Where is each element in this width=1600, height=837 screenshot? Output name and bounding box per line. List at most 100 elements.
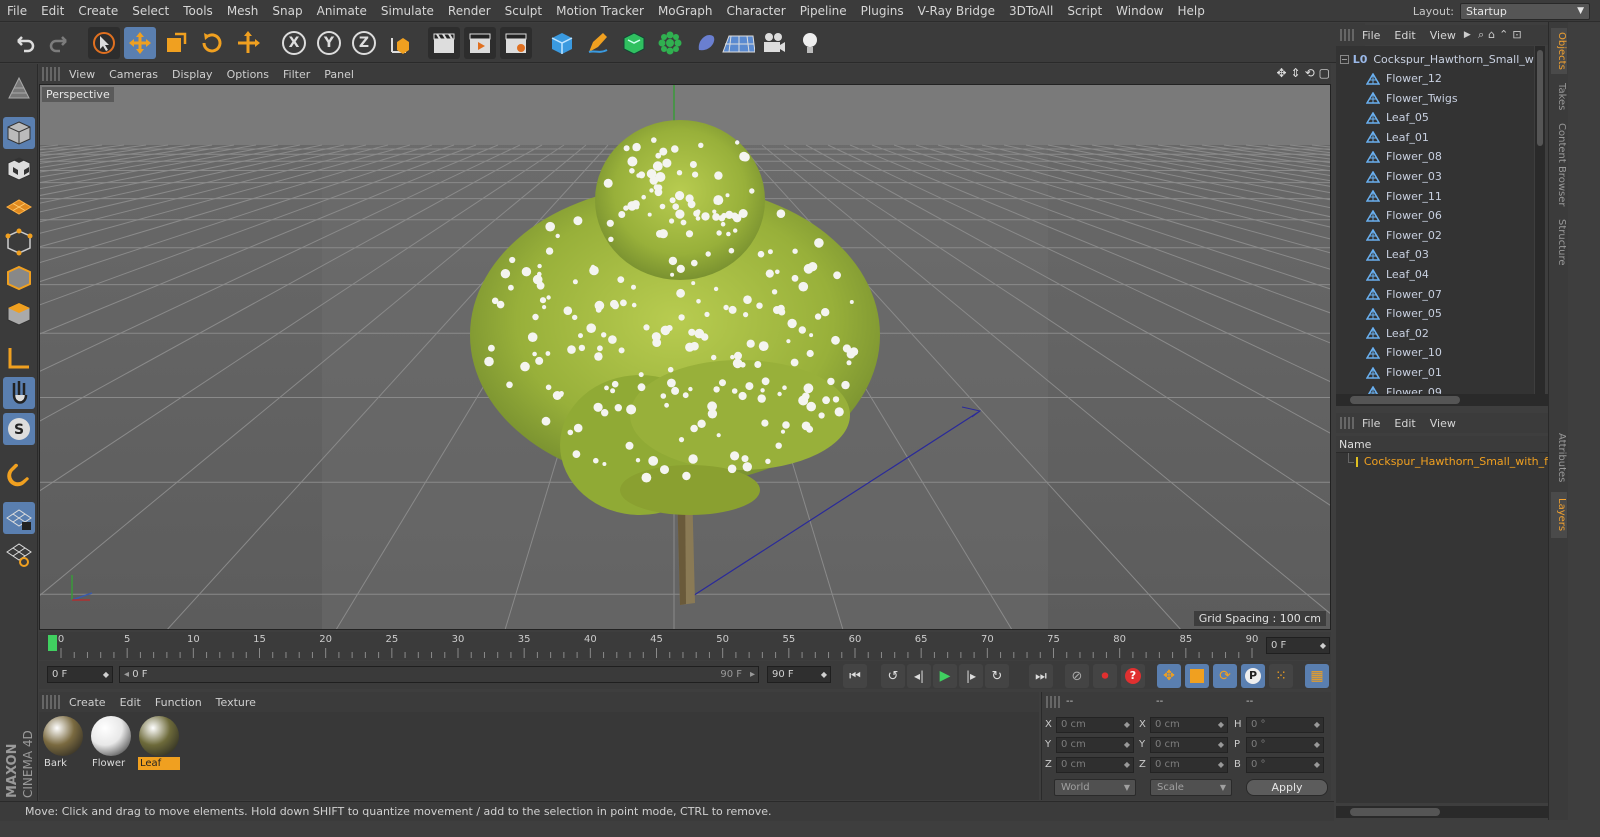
scroll-thumb[interactable] [1350, 808, 1440, 816]
object-row[interactable]: Flower_02 [1336, 226, 1534, 245]
coord-field[interactable]: 0 ° ◆ [1246, 737, 1324, 753]
snapping-button[interactable]: S [3, 413, 35, 445]
menu-create[interactable]: Create [71, 4, 125, 18]
frame-range-slider[interactable]: ◂ 0 F 90 F ▸ [119, 666, 759, 683]
menu-select[interactable]: Select [125, 4, 176, 18]
menu-animate[interactable]: Animate [310, 4, 374, 18]
scroll-thumb[interactable] [1350, 396, 1460, 404]
menu-sculpt[interactable]: Sculpt [498, 4, 549, 18]
scroll-thumb[interactable] [1537, 50, 1543, 146]
autokeying-button[interactable]: ? [1121, 664, 1145, 688]
y-axis-lock-button[interactable]: Y [313, 27, 345, 59]
coord-field[interactable]: 0 cm ◆ [1056, 717, 1134, 733]
tab-takes[interactable]: Takes [1551, 80, 1567, 114]
z-axis-lock-button[interactable]: Z [348, 27, 380, 59]
menu-plugins[interactable]: Plugins [854, 4, 911, 18]
menu-edit[interactable]: Edit [34, 4, 71, 18]
viewport-menu-view[interactable]: View [62, 68, 102, 81]
tab-objects[interactable]: Objects [1551, 28, 1567, 74]
new-window-icon[interactable]: ⊡ [1512, 28, 1521, 44]
points-mode-button[interactable] [3, 226, 35, 258]
layer-color-swatch[interactable] [1355, 456, 1358, 467]
texture-mode-button[interactable] [3, 153, 35, 185]
stepper-icon[interactable]: ◆ [1124, 718, 1130, 732]
coord-field[interactable]: 0 cm ◆ [1150, 757, 1228, 773]
menu-mograph[interactable]: MoGraph [651, 4, 720, 18]
viewport-menu-options[interactable]: Options [220, 68, 276, 81]
add-camera-button[interactable] [758, 27, 790, 59]
live-selection-button[interactable] [88, 27, 120, 59]
rotate-tool-button[interactable] [196, 27, 228, 59]
edges-mode-button[interactable] [3, 262, 35, 294]
workplane-mode-button[interactable] [3, 189, 35, 221]
add-subdivision-button[interactable] [618, 27, 650, 59]
add-light-button[interactable] [794, 27, 826, 59]
object-row[interactable]: Flower_03 [1336, 167, 1534, 186]
object-row[interactable]: Flower_08 [1336, 147, 1534, 166]
viewport-solo-hierarchy-button[interactable] [3, 538, 35, 570]
apply-button[interactable]: Apply [1246, 779, 1328, 796]
menu-script[interactable]: Script [1060, 4, 1109, 18]
start-frame-field[interactable]: 0 F ◆ [47, 666, 113, 683]
key-position-button[interactable]: ✥ [1157, 664, 1181, 688]
object-menu-file[interactable]: File [1356, 29, 1386, 42]
undo-button[interactable] [8, 27, 40, 59]
scale-tool-button[interactable] [160, 27, 192, 59]
record-keys-button[interactable]: ⏺ [1093, 664, 1117, 688]
menu-3dtoall[interactable]: 3DToAll [1002, 4, 1060, 18]
transform-tool-button[interactable] [232, 27, 264, 59]
stepper-icon[interactable]: ◆ [1124, 758, 1130, 772]
object-row[interactable]: Flower_09 [1336, 383, 1534, 394]
object-name[interactable]: Flower_03 [1386, 170, 1442, 183]
tab-attributes[interactable]: Attributes [1551, 430, 1567, 486]
object-row[interactable]: Flower_01 [1336, 363, 1534, 382]
menu-help[interactable]: Help [1170, 4, 1211, 18]
motion-path-button[interactable]: ⊘ [1065, 664, 1089, 688]
object-name[interactable]: Flower_01 [1386, 366, 1442, 379]
layout-select[interactable]: Startup ▼ [1460, 2, 1590, 20]
collapse-icon[interactable]: − [1340, 55, 1349, 64]
previous-key-button[interactable]: ↺ [881, 664, 905, 688]
tab-structure[interactable]: Structure [1551, 216, 1567, 268]
menu-pipeline[interactable]: Pipeline [793, 4, 854, 18]
key-pla-button[interactable]: ⁙ [1269, 664, 1293, 688]
play-button[interactable]: ▶ [933, 664, 957, 688]
menu-file[interactable]: File [0, 4, 34, 18]
polygons-mode-button[interactable] [3, 298, 35, 330]
render-to-picture-viewer-button[interactable] [464, 27, 496, 59]
object-name[interactable]: Leaf_04 [1386, 268, 1429, 281]
coord-field[interactable]: 0 cm ◆ [1150, 717, 1228, 733]
move-view-icon[interactable]: ✥ [1276, 66, 1286, 82]
object-menu-view[interactable]: View [1424, 29, 1462, 42]
home-icon[interactable]: ⌂ [1488, 28, 1495, 44]
menu-character[interactable]: Character [719, 4, 792, 18]
viewport-menu-filter[interactable]: Filter [276, 68, 317, 81]
object-row[interactable]: Leaf_01 [1336, 128, 1534, 147]
object-name[interactable]: Flower_06 [1386, 209, 1442, 222]
go-to-start-button[interactable]: ⏮ [843, 664, 867, 688]
rotate-view-icon[interactable]: ⟲ [1305, 66, 1315, 82]
object-name[interactable]: Flower_10 [1386, 346, 1442, 359]
current-frame-field[interactable]: 0 F ◆ [1266, 637, 1330, 654]
key-rotation-button[interactable]: ⟳ [1213, 664, 1237, 688]
x-axis-lock-button[interactable]: X [278, 27, 310, 59]
viewport-menu-display[interactable]: Display [165, 68, 220, 81]
stepper-icon[interactable]: ◆ [1218, 738, 1224, 752]
object-name[interactable]: Leaf_05 [1386, 111, 1429, 124]
tweak-mode-button[interactable] [3, 377, 35, 409]
menu-snap[interactable]: Snap [265, 4, 309, 18]
layer-row[interactable]: Cockspur_Hawthorn_Small_with_f [1336, 453, 1548, 470]
material-menu-create[interactable]: Create [62, 696, 113, 709]
stepper-icon[interactable]: ◆ [1218, 758, 1224, 772]
coordinate-system-button[interactable] [384, 27, 416, 59]
add-floor-button[interactable] [720, 27, 756, 59]
stepper-icon[interactable]: ◆ [1218, 718, 1224, 732]
object-row[interactable]: Flower_05 [1336, 304, 1534, 323]
object-row[interactable]: Flower_06 [1336, 206, 1534, 225]
object-row[interactable]: Flower_07 [1336, 285, 1534, 304]
next-key-button[interactable]: ↻ [985, 664, 1009, 688]
object-row[interactable]: Leaf_04 [1336, 265, 1534, 284]
material-menu-edit[interactable]: Edit [113, 696, 148, 709]
tab-content-browser[interactable]: Content Browser [1551, 122, 1567, 208]
layer-hscroll[interactable] [1336, 806, 1548, 818]
